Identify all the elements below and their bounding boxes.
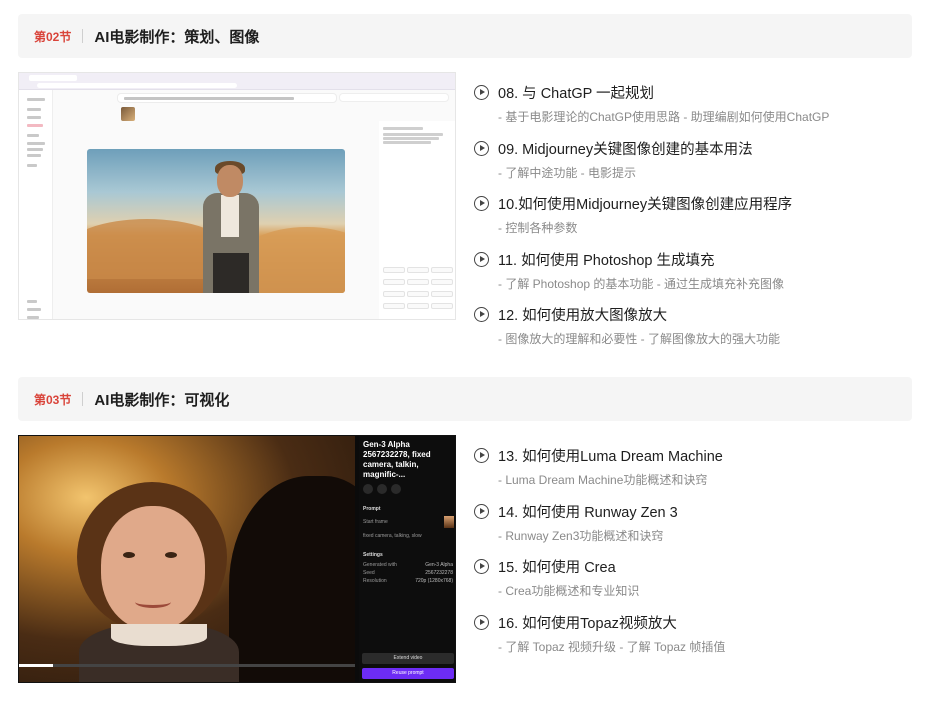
desert-man-image (87, 149, 345, 293)
video-progress-bar[interactable] (19, 664, 355, 667)
search-bar (339, 93, 449, 102)
lesson-desc: - 图像放大的理解和必要性 - 了解图像放大的强大功能 (498, 332, 780, 346)
share-icon[interactable] (391, 484, 401, 494)
lesson-desc: - 基于电影理论的ChatGP使用思路 - 助理编剧如何使用ChatGP (498, 110, 830, 124)
lesson-title[interactable]: 13. 如何使用Luma Dream Machine (498, 445, 723, 466)
play-circle-icon[interactable] (474, 503, 489, 519)
lesson-item[interactable]: 15. 如何使用 Crea - Crea功能概述和专业知识 (472, 556, 912, 612)
section-number: 第02节 (34, 29, 72, 44)
lesson-title[interactable]: 14. 如何使用 Runway Zen 3 (498, 501, 678, 522)
lesson-list-03: 13. 如何使用Luma Dream Machine - Luma Dream … (472, 445, 912, 667)
play-circle-icon[interactable] (474, 140, 489, 156)
lesson-item[interactable]: 12. 如何使用放大图像放大 - 图像放大的理解和必要性 - 了解图像放大的强大… (472, 304, 912, 360)
lesson-list-02: 08. 与 ChatGP 一起规划 - 基于电影理论的ChatGP使用思路 - … (472, 82, 912, 360)
play-circle-icon[interactable] (474, 559, 489, 574)
lesson-title[interactable]: 12. 如何使用放大图像放大 (498, 304, 667, 325)
download-icon[interactable] (377, 484, 387, 494)
setting-value: 720p (1280x768) (415, 578, 453, 584)
play-circle-icon[interactable] (474, 448, 489, 463)
lesson-title[interactable]: 08. 与 ChatGP 一起规划 (498, 82, 654, 103)
lesson-title[interactable]: 16. 如何使用Topaz视频放大 (498, 612, 677, 633)
lesson-desc: - Luma Dream Machine功能概述和诀窍 (498, 473, 708, 487)
section-title: AI电影制作：可视化 (94, 391, 230, 409)
lesson-item[interactable]: 14. 如何使用 Runway Zen 3 - Runway Zen3功能概述和… (472, 501, 912, 557)
mini-thumbnail (121, 107, 135, 121)
lesson-item[interactable]: 11. 如何使用 Photoshop 生成填充 - 了解 Photoshop 的… (472, 249, 912, 305)
section-header-02: 第02节 AI电影制作：策划、图像 (18, 14, 912, 58)
lesson-desc: - Runway Zen3功能概述和诀窍 (498, 528, 664, 543)
prompt-text: fixed camera, talking, slow (363, 533, 422, 539)
play-circle-icon[interactable] (474, 196, 489, 211)
lesson-item[interactable]: 16. 如何使用Topaz视频放大 - 了解 Topaz 视频升级 - 了解 T… (472, 612, 912, 668)
lesson-title[interactable]: 15. 如何使用 Crea (498, 556, 616, 577)
play-circle-icon[interactable] (474, 251, 489, 267)
lesson-item[interactable]: 13. 如何使用Luma Dream Machine - Luma Dream … (472, 445, 912, 501)
runway-screenshot: Gen-3 Alpha 2567232278, fixed camera, ta… (18, 435, 456, 683)
section-number: 第03节 (34, 392, 72, 407)
midjourney-screenshot (18, 72, 456, 320)
runway-details-panel: Gen-3 Alpha 2567232278, fixed camera, ta… (359, 436, 455, 682)
play-circle-icon[interactable] (474, 614, 489, 630)
reuse-prompt-button[interactable]: Reuse prompt (362, 668, 454, 679)
lesson-title[interactable]: 10.如何使用Midjourney关键图像创建应用程序 (498, 193, 792, 214)
section-title: AI电影制作：策划、图像 (94, 28, 260, 46)
browser-bar (19, 73, 455, 90)
lesson-item[interactable]: 10.如何使用Midjourney关键图像创建应用程序 - 控制各种参数 (472, 193, 912, 249)
section-divider (82, 392, 84, 406)
prompt-label: Prompt (363, 506, 381, 512)
lesson-item[interactable]: 09. Midjourney关键图像创建的基本用法 - 了解中途功能 - 电影提… (472, 138, 912, 194)
lesson-title[interactable]: 11. 如何使用 Photoshop 生成填充 (498, 249, 715, 270)
extend-video-button[interactable]: Extend video (362, 653, 454, 664)
setting-label: Generated with (363, 562, 397, 568)
play-circle-icon[interactable] (474, 85, 489, 100)
lesson-desc: - 了解中途功能 - 电影提示 (498, 165, 636, 180)
prompt-bar (117, 93, 337, 103)
section-divider (82, 29, 84, 43)
start-frame-label: Start frame (363, 519, 388, 525)
play-circle-icon[interactable] (474, 307, 489, 322)
heart-icon[interactable] (363, 484, 373, 494)
girl-video-frame (19, 436, 355, 682)
start-frame-thumb (444, 516, 454, 528)
generation-title: Gen-3 Alpha 2567232278, fixed camera, ta… (363, 440, 431, 479)
setting-value: 2567232278 (425, 570, 453, 576)
lesson-desc: - 了解 Topaz 视频升级 - 了解 Topaz 帧插值 (498, 639, 726, 654)
setting-label: Resolution (363, 578, 387, 584)
setting-label: Seed (363, 570, 375, 576)
section-header-03: 第03节 AI电影制作：可视化 (18, 377, 912, 421)
lesson-desc: - Crea功能概述和专业知识 (498, 584, 640, 598)
lesson-desc: - 控制各种参数 (498, 221, 578, 235)
setting-value: Gen-3 Alpha (425, 562, 453, 568)
settings-label: Settings (363, 552, 383, 558)
midjourney-sidebar (19, 90, 53, 319)
lesson-title[interactable]: 09. Midjourney关键图像创建的基本用法 (498, 138, 753, 159)
details-panel (379, 121, 455, 319)
lesson-desc: - 了解 Photoshop 的基本功能 - 通过生成填充补充图像 (498, 276, 785, 291)
lesson-item[interactable]: 08. 与 ChatGP 一起规划 - 基于电影理论的ChatGP使用思路 - … (472, 82, 912, 138)
